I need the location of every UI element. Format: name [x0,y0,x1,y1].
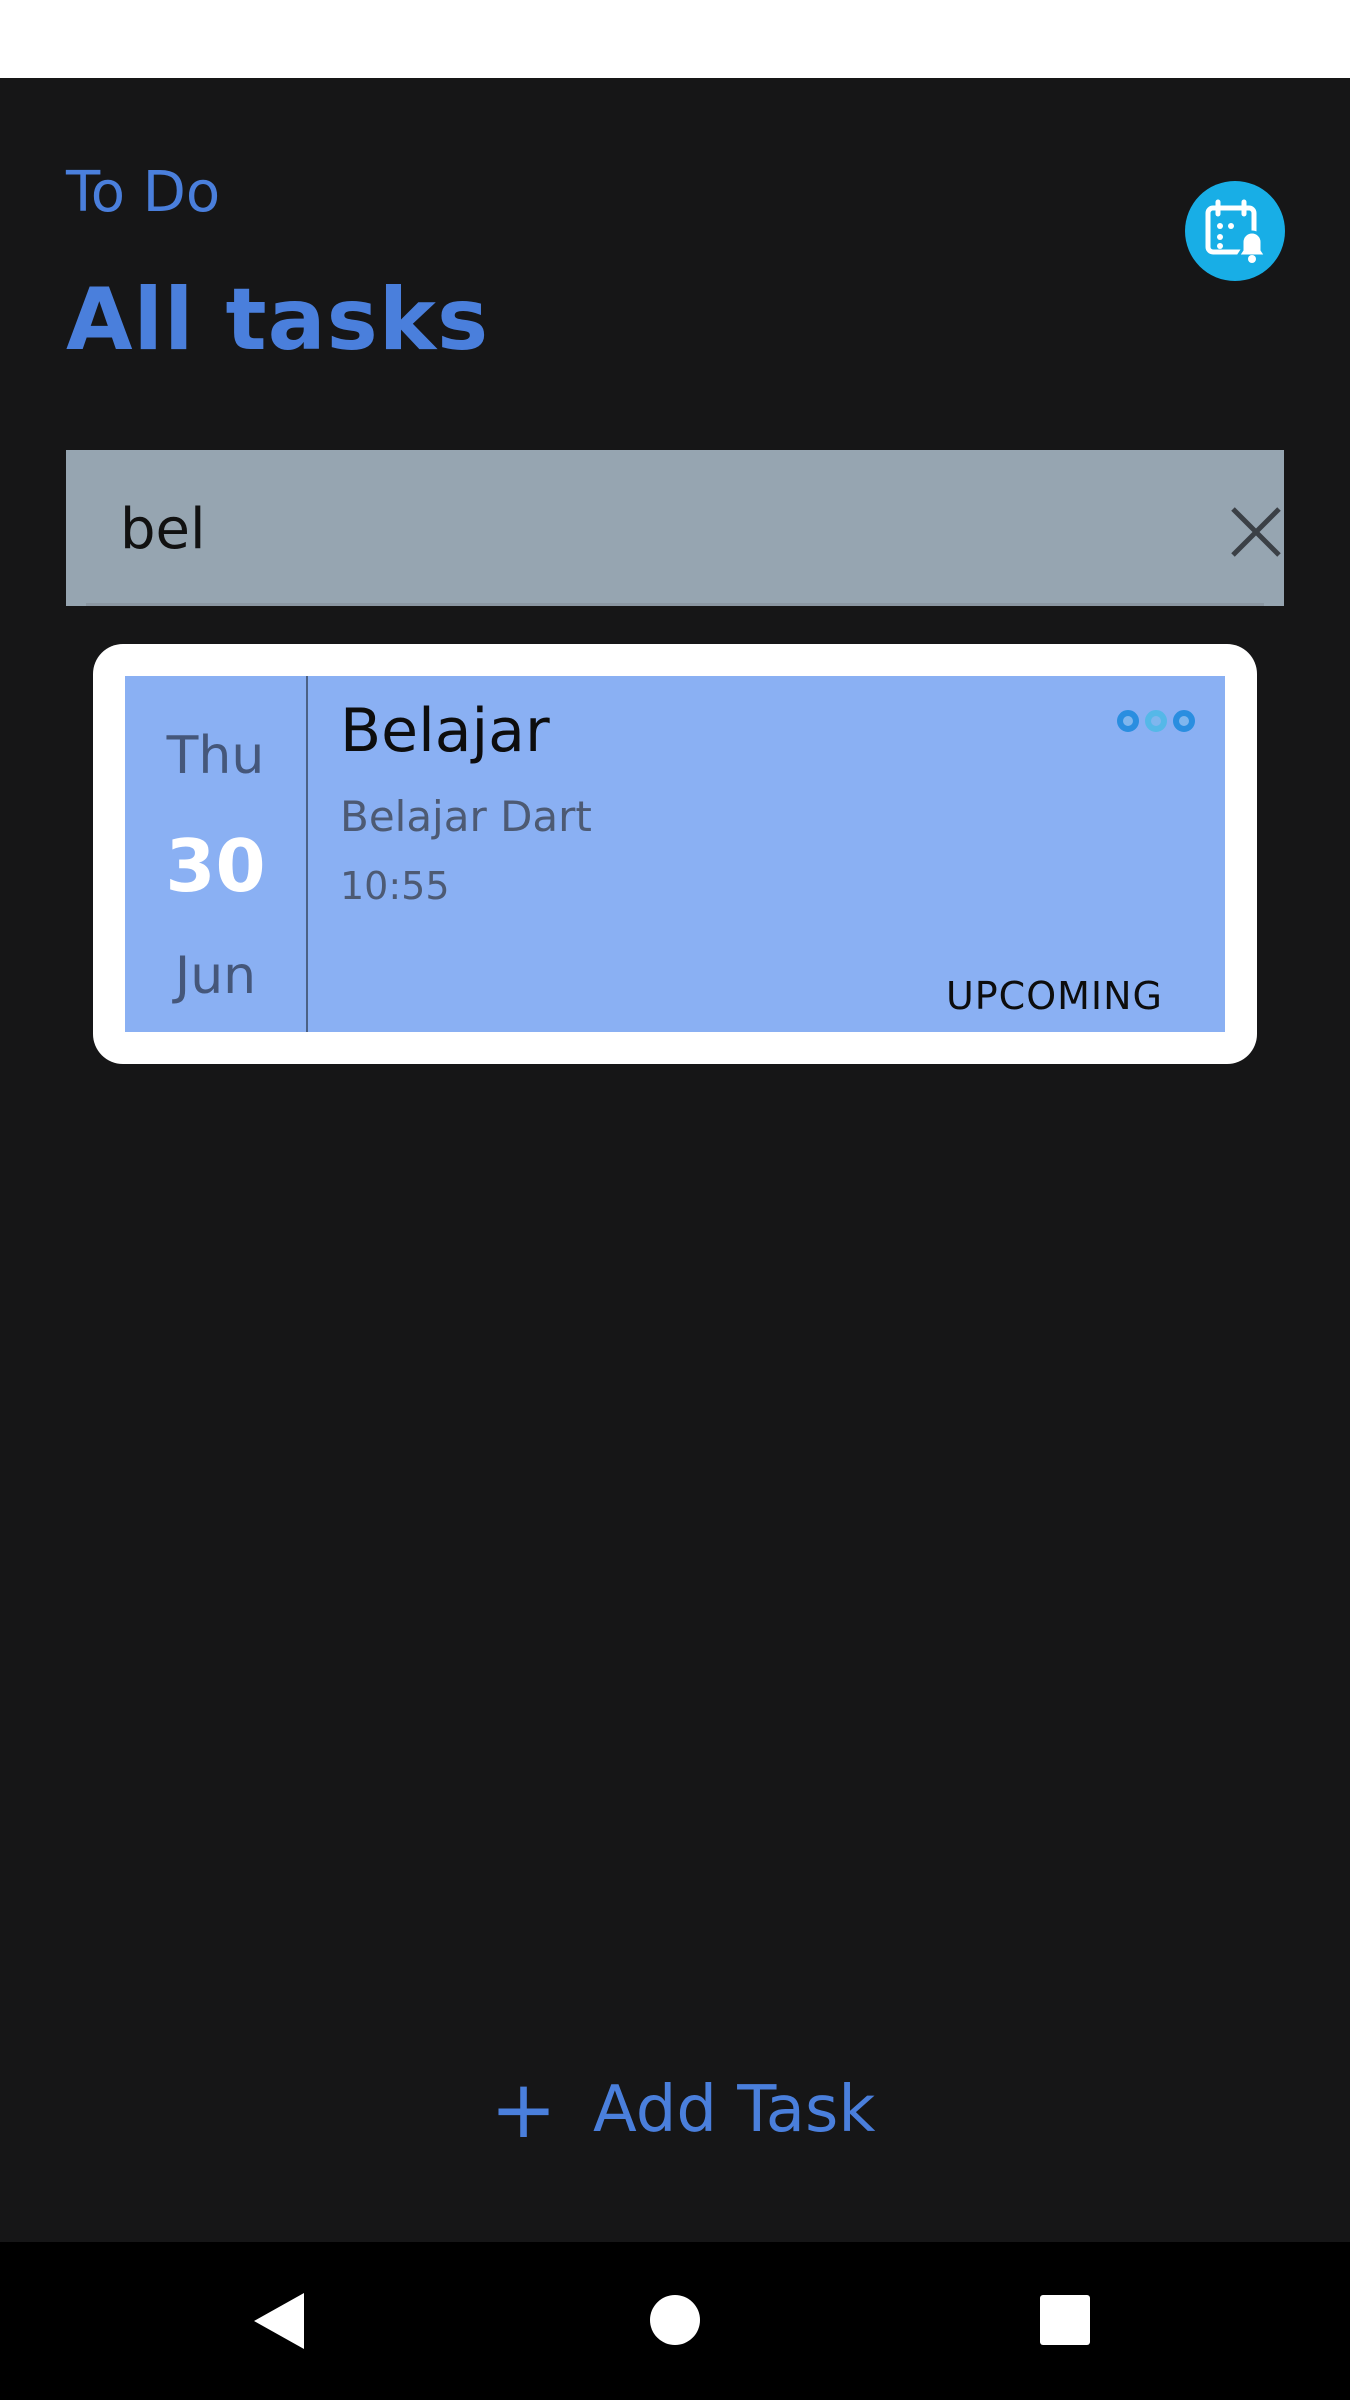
back-triangle-icon[interactable] [252,2291,306,2351]
dot [1145,710,1167,732]
home-circle-icon[interactable] [650,2295,700,2345]
calendar-reminder-button[interactable] [1185,181,1285,281]
close-icon [1231,507,1281,557]
page-title: All tasks [66,270,490,370]
task-card[interactable]: Thu 30 Jun Belajar Belajar Dart 10:55 UP… [93,644,1257,1064]
search-underline [86,603,1264,606]
task-info: Belajar Belajar Dart 10:55 UPCOMING [308,676,1225,1032]
task-card-body: Thu 30 Jun Belajar Belajar Dart 10:55 UP… [125,676,1225,1032]
task-day: 30 [165,824,266,908]
dot [1173,710,1195,732]
task-title: Belajar [340,696,550,766]
clear-search-button[interactable] [1216,492,1296,572]
add-task-button[interactable]: + Add Task [490,2070,875,2150]
add-task-label: Add Task [593,2073,876,2147]
system-nav-bar [0,2242,1350,2400]
calendar-bell-icon [1205,199,1268,263]
task-description: Belajar Dart [340,792,592,841]
app-label: To Do [66,160,221,225]
search-input[interactable] [118,488,1122,570]
status-bar [0,0,1350,78]
search-box [66,450,1284,606]
plus-icon: + [490,2063,558,2156]
task-date: Thu 30 Jun [125,676,308,1032]
recents-square-icon[interactable] [1040,2295,1090,2345]
dot [1117,710,1139,732]
more-dots-icon[interactable] [1117,710,1195,732]
task-month: Jun [174,946,257,1006]
task-day-of-week: Thu [166,726,265,786]
task-status-badge: UPCOMING [945,974,1163,1018]
task-time: 10:55 [340,864,450,908]
